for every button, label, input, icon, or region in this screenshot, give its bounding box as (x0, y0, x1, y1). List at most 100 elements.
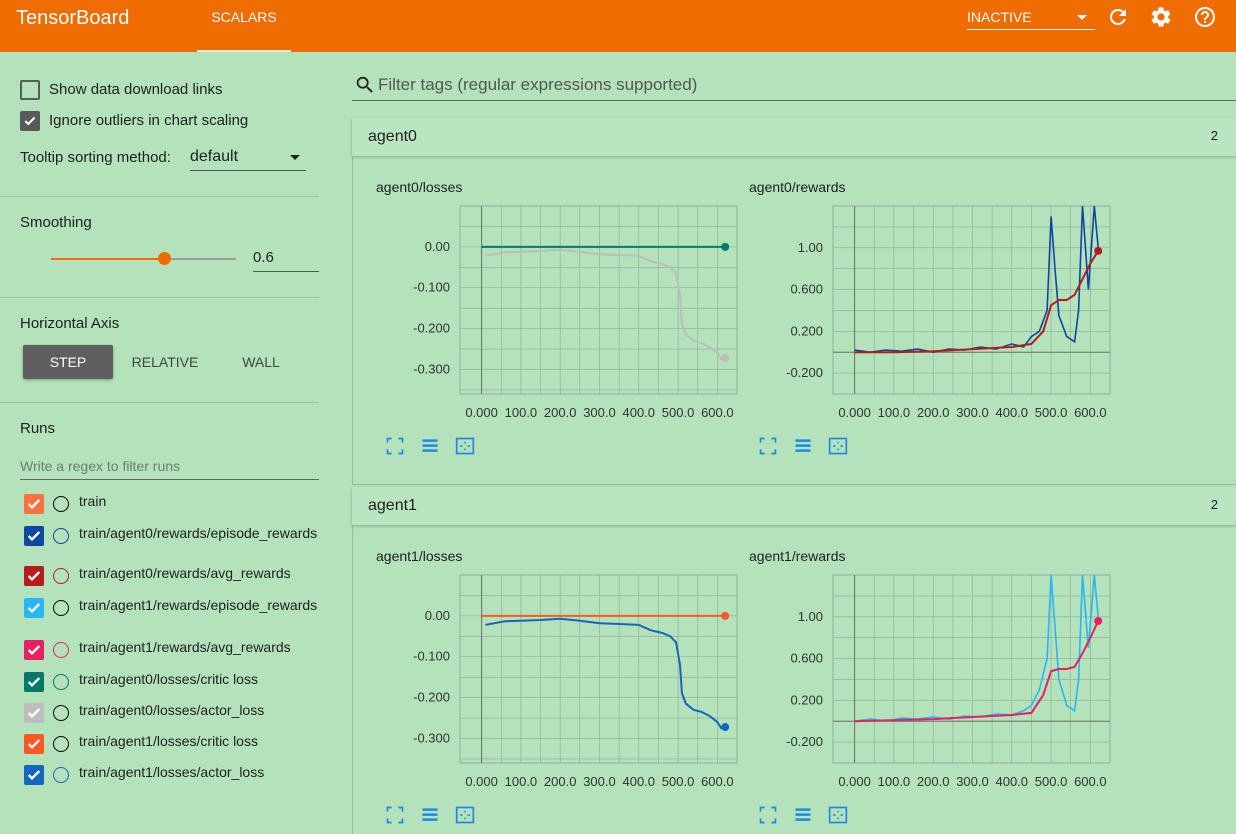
axis-relative-button[interactable]: RELATIVE (120, 345, 210, 379)
tooltip-sort-label: Tooltip sorting method: (20, 149, 171, 166)
x-tick-label: 500.0 (1035, 774, 1068, 789)
tab-scalars[interactable]: SCALARS (197, 0, 291, 52)
y-tick-label: -0.300 (413, 730, 450, 745)
divider (0, 297, 319, 298)
fit-domain-icon[interactable] (455, 805, 475, 825)
settings-icon[interactable] (1149, 5, 1173, 29)
x-tick-label: 500.0 (662, 774, 695, 789)
chart-agent0-rewards: 1.00 0.600 0.200 -0.200 0.000 100.0 200.0 300.0… (786, 205, 1111, 420)
run-checkbox[interactable] (24, 598, 44, 618)
group-name: agent0 (368, 128, 417, 145)
run-state-value: INACTIVE (967, 9, 1032, 25)
x-tick-label: 600.0 (1074, 774, 1107, 789)
check-icon (27, 645, 41, 655)
group-name: agent1 (368, 497, 417, 514)
fullscreen-icon[interactable] (385, 805, 405, 825)
check-icon (27, 603, 41, 613)
help-icon[interactable] (1193, 5, 1217, 29)
check-icon (27, 571, 41, 581)
y-tick-label: 0.200 (790, 323, 823, 338)
x-tick-label: 200.0 (544, 405, 577, 420)
run-checkbox[interactable] (24, 640, 44, 660)
chart-agent1-losses: 0.00 -0.100 -0.200 -0.300 0.000 100.0 200.0 300… (413, 574, 738, 789)
run-radio-icon[interactable] (53, 496, 69, 512)
series-line (485, 248, 726, 361)
y-tick-label: -0.100 (413, 649, 450, 664)
series-line (854, 620, 1100, 723)
x-tick-label: 300.0 (956, 774, 989, 789)
smoothing-input[interactable]: 0.6 (253, 248, 319, 272)
sidebar: Show data download links Ignore outliers… (0, 52, 336, 834)
run-radio-icon[interactable] (53, 600, 69, 616)
axis-wall-button[interactable]: WALL (216, 345, 306, 379)
run-radio-icon[interactable] (53, 528, 69, 544)
fit-domain-icon[interactable] (455, 436, 475, 456)
show-download-links-checkbox[interactable] (20, 80, 40, 100)
run-label: train/agent0/rewards/episode_rewards (79, 525, 318, 541)
tooltip-sort-value: default (190, 148, 239, 165)
main-panel: Filter tags (regular expressions support… (352, 52, 1236, 834)
run-checkbox[interactable] (24, 672, 44, 692)
run-radio-icon[interactable] (53, 674, 69, 690)
dropdown-arrow-icon (1077, 15, 1087, 20)
fit-domain-icon[interactable] (828, 436, 848, 456)
smoothing-slider-thumb[interactable] (158, 252, 171, 265)
series-end-point (721, 354, 730, 363)
run-radio-icon[interactable] (53, 736, 69, 752)
run-state-dropdown[interactable]: INACTIVE (967, 6, 1095, 30)
smoothing-title: Smoothing (20, 214, 92, 231)
check-icon (27, 499, 41, 509)
run-checkbox[interactable] (24, 765, 44, 785)
y-tick-label: 0.200 (790, 692, 823, 707)
data-table-icon[interactable] (793, 805, 813, 825)
smoothing-slider[interactable] (51, 252, 236, 265)
x-tick-label: 200.0 (917, 774, 950, 789)
run-radio-icon[interactable] (53, 705, 69, 721)
run-radio-icon[interactable] (53, 767, 69, 783)
x-tick-label: 500.0 (662, 405, 695, 420)
run-radio-icon[interactable] (53, 642, 69, 658)
refresh-icon[interactable] (1106, 5, 1130, 29)
run-label: train/agent1/losses/critic loss (79, 733, 258, 749)
run-label: train/agent1/losses/actor_loss (79, 764, 265, 780)
data-table-icon[interactable] (420, 436, 440, 456)
run-checkbox[interactable] (24, 494, 44, 514)
search-icon (356, 76, 373, 93)
y-tick-label: -0.200 (413, 690, 450, 705)
check-icon (27, 677, 41, 687)
group-header-agent0[interactable]: agent0 2 (352, 118, 1236, 156)
y-tick-label: -0.200 (413, 321, 450, 336)
fullscreen-icon[interactable] (385, 436, 405, 456)
run-radio-icon[interactable] (53, 568, 69, 584)
show-download-links-label: Show data download links (49, 81, 223, 98)
x-tick-label: 100.0 (505, 774, 538, 789)
run-checkbox[interactable] (24, 566, 44, 586)
fullscreen-icon[interactable] (758, 805, 778, 825)
run-checkbox[interactable] (24, 526, 44, 546)
run-label: train (79, 493, 107, 509)
divider (0, 402, 319, 403)
y-tick-label: -0.100 (413, 280, 450, 295)
group-header-agent1[interactable]: agent1 2 (352, 487, 1236, 525)
runs-filter-input[interactable]: Write a regex to filter runs (20, 455, 319, 480)
check-icon (27, 531, 41, 541)
data-table-icon[interactable] (420, 805, 440, 825)
x-tick-label: 0.000 (838, 405, 871, 420)
divider (0, 196, 319, 197)
x-tick-label: 300.0 (956, 405, 989, 420)
run-checkbox[interactable] (24, 734, 44, 754)
y-tick-label: 0.00 (425, 239, 450, 254)
ignore-outliers-checkbox[interactable] (20, 111, 40, 131)
data-table-icon[interactable] (793, 436, 813, 456)
fullscreen-icon[interactable] (758, 436, 778, 456)
tooltip-sort-dropdown[interactable]: default (190, 147, 306, 171)
x-tick-label: 300.0 (583, 405, 616, 420)
y-tick-label: 0.600 (790, 651, 823, 666)
tag-filter-input[interactable]: Filter tags (regular expressions support… (352, 69, 1236, 101)
chart-title: agent0/rewards (749, 179, 846, 195)
y-tick-label: 1.00 (798, 240, 823, 255)
axis-step-button[interactable]: STEP (23, 345, 113, 379)
run-checkbox[interactable] (24, 703, 44, 723)
group-count: 2 (1210, 128, 1218, 143)
fit-domain-icon[interactable] (828, 805, 848, 825)
